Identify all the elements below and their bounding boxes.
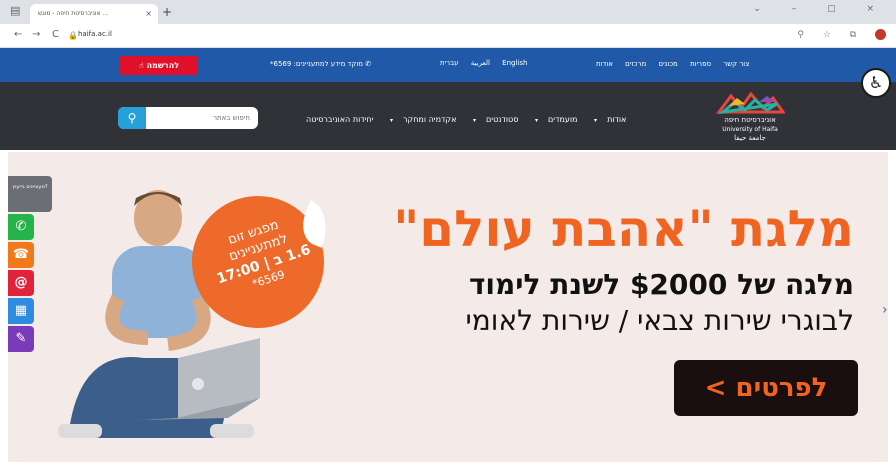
window-controls[interactable]: ⌄ – ▢ × bbox=[753, 4, 888, 14]
profile-avatar[interactable] bbox=[875, 29, 886, 40]
university-logo[interactable]: אוניברסיטת חיפה University of Haifa جامع… bbox=[715, 88, 786, 146]
toplink-institutes[interactable]: מכונים bbox=[658, 60, 677, 68]
nav-academy[interactable]: אקדמיה ומחקר bbox=[403, 115, 456, 124]
language-switcher: العربية עברית English bbox=[440, 59, 537, 67]
side-contact-strip: מעוניינים בייעוץ? ✆ ☎ @ ▦ ✎ bbox=[8, 176, 52, 352]
top-links: צור קשר ספריות מכונים מרכזים אודות bbox=[586, 60, 749, 68]
forward-icon[interactable]: → bbox=[32, 29, 40, 40]
back-icon[interactable]: ← bbox=[14, 29, 22, 40]
toolbar-icons[interactable]: ⚲ ☆ ⧉ bbox=[797, 30, 864, 40]
hero-description: לבוגרי שירות צבאי / שירות לאומי bbox=[465, 304, 854, 337]
new-tab-icon[interactable]: + bbox=[162, 5, 172, 19]
phone-info[interactable]: ✆ מוקד מידע למתעניינים: 6569* bbox=[270, 60, 371, 68]
details-button[interactable]: לפרטים > bbox=[674, 360, 858, 416]
chevron-down-icon: ▾ bbox=[472, 117, 476, 124]
tab-title: אוניברסיטת חיפה - מוגש ... bbox=[38, 10, 109, 17]
search-input[interactable] bbox=[150, 107, 254, 129]
nav-units[interactable]: יחידות האוניברסיטה bbox=[306, 115, 373, 124]
phone-icon: ✆ bbox=[365, 60, 372, 68]
chevron-down-icon: ▾ bbox=[534, 117, 538, 124]
hero-title: מלגת "אהבת עולם" bbox=[393, 200, 854, 258]
address-bar: ← → C 🔒 haifa.ac.il ⚲ ☆ ⧉ bbox=[0, 24, 896, 48]
form-icon[interactable]: ✎ bbox=[8, 326, 34, 352]
menu-icon[interactable]: ▤ bbox=[10, 4, 20, 17]
browser-window: ▤ אוניברסיטת חיפה - מוגש ... × + ⌄ – ▢ ×… bbox=[0, 0, 896, 474]
consult-label[interactable]: מעוניינים בייעוץ? bbox=[8, 176, 52, 212]
toplink-centers[interactable]: מרכזים bbox=[625, 60, 646, 68]
logo-text: אוניברסיטת חיפה University of Haifa جامع… bbox=[715, 116, 785, 143]
accessibility-icon[interactable]: ♿ bbox=[861, 68, 891, 98]
whatsapp-icon[interactable]: ✆ bbox=[8, 214, 34, 240]
register-label: להרשמה bbox=[146, 61, 180, 70]
lang-hebrew[interactable]: עברית bbox=[440, 59, 459, 67]
hero-banner: מפגש זום למתעניינים 1.6 ב | 17:00 6569* … bbox=[8, 152, 888, 462]
main-menu: אודות▾ מועמדים▾ סטודנטים▾ אקדמיה ומחקר▾ … bbox=[296, 115, 626, 124]
close-icon[interactable]: × bbox=[145, 9, 152, 18]
toplink-contact[interactable]: צור קשר bbox=[723, 60, 749, 68]
top-bar: להרשמה ☝ ✆ מוקד מידע למתעניינים: 6569* ا… bbox=[0, 48, 896, 82]
chevron-down-icon: ▾ bbox=[594, 117, 598, 124]
nav-students[interactable]: סטודנטים bbox=[486, 115, 518, 124]
nav-candidates[interactable]: מועמדים bbox=[548, 115, 578, 124]
logo-text-he: אוניברסיטת חיפה bbox=[724, 116, 776, 124]
email-icon[interactable]: @ bbox=[8, 270, 34, 296]
calendar-icon[interactable]: ▦ bbox=[8, 298, 34, 324]
chevron-down-icon: ▾ bbox=[389, 117, 393, 124]
toplink-libraries[interactable]: ספריות bbox=[690, 60, 711, 68]
register-button[interactable]: להרשמה ☝ bbox=[120, 56, 198, 75]
address-icons: ⚲ ☆ ⧉ bbox=[797, 29, 886, 40]
search-box: ⚲ bbox=[118, 107, 258, 129]
lang-arabic[interactable]: العربية bbox=[471, 59, 490, 67]
phone-icon[interactable]: ☎ bbox=[8, 242, 34, 268]
tab-bar: ▤ אוניברסיטת חיפה - מוגש ... × + ⌄ – ▢ × bbox=[0, 0, 896, 24]
url-field[interactable]: haifa.ac.il bbox=[78, 30, 112, 38]
hero-subtitle: מלגה של $2000 לשנת לימוד bbox=[468, 268, 854, 301]
phone-text: מוקד מידע למתעניינים: 6569* bbox=[270, 60, 363, 68]
reload-icon[interactable]: C bbox=[52, 29, 59, 40]
chevron-right-icon[interactable]: › bbox=[882, 302, 888, 318]
lock-icon: 🔒 bbox=[68, 31, 78, 40]
toplink-about[interactable]: אודות bbox=[596, 60, 613, 68]
logo-text-en: University of Haifa bbox=[722, 126, 778, 133]
main-nav: ⚲ אודות ▾ מועמדים ▾ סטודנטים ▾ אקדמיה ומחקר… bbox=[0, 82, 896, 150]
logo-mark-icon bbox=[716, 91, 786, 115]
nav-about[interactable]: אודות bbox=[607, 115, 626, 124]
logo-text-ar: جامعة حيفا bbox=[734, 134, 766, 142]
lang-english[interactable]: English bbox=[502, 59, 527, 67]
browser-tab[interactable]: אוניברסיטת חיפה - מוגש ... × bbox=[30, 4, 158, 24]
search-icon[interactable]: ⚲ bbox=[118, 107, 146, 129]
